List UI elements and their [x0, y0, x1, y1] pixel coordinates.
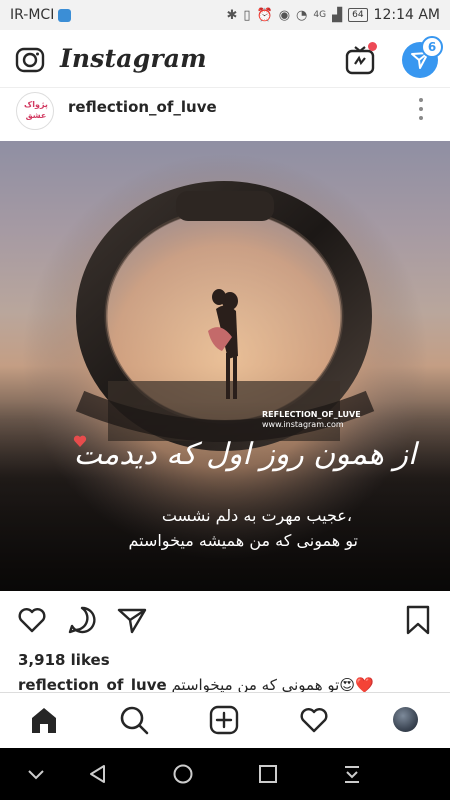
bottom-navigation: [0, 692, 450, 748]
dm-count-badge: 6: [421, 36, 443, 58]
activity-heart-icon[interactable]: [298, 704, 330, 736]
igtv-notification-dot: [368, 42, 377, 51]
image-watermark: REFLECTION_OF_LUVE www.instagram.com: [262, 410, 361, 430]
battery-icon: 64: [348, 8, 368, 22]
wifi-icon: ◔: [296, 7, 308, 23]
comment-icon[interactable]: [66, 604, 98, 636]
status-bar: IR-MCI ✱ ▯ ⏰ ◉ ◔ 4G ▟ 64 12:14 AM: [0, 0, 450, 30]
instagram-logo: Instagram: [60, 44, 207, 73]
chevron-down-icon[interactable]: [24, 762, 48, 786]
post-image[interactable]: REFLECTION_OF_LUVE www.instagram.com از …: [0, 141, 450, 591]
home-circle-icon[interactable]: [171, 762, 195, 786]
search-icon[interactable]: [118, 704, 150, 736]
clock: 12:14 AM: [373, 7, 440, 23]
carrier-label: IR-MCI: [10, 7, 55, 23]
vibrate-icon: ▯: [243, 7, 251, 23]
network-type: 4G: [313, 10, 327, 20]
new-post-icon[interactable]: [208, 704, 240, 736]
post-username[interactable]: reflection_of_luve: [68, 98, 217, 116]
top-app-bar: Instagram 6: [0, 30, 450, 88]
system-navigation-bar: [0, 748, 450, 800]
post-caption: reflection_of_luve تو همونی که من میخواس…: [18, 676, 448, 692]
camera-icon[interactable]: [14, 44, 46, 76]
signal-icon: ▟: [332, 7, 343, 23]
more-options-icon[interactable]: [414, 98, 428, 120]
quote-title: از همون روز اول که دیدمت: [73, 437, 417, 472]
alarm-icon: ⏰: [256, 7, 273, 23]
likes-count[interactable]: 3,918 likes: [18, 651, 110, 669]
bluetooth-icon: ✱: [226, 7, 238, 23]
notification-pull-icon[interactable]: [340, 762, 364, 786]
vpn-shield-icon: [58, 8, 72, 22]
back-icon[interactable]: [86, 762, 110, 786]
caption-username[interactable]: reflection_of_luve: [18, 676, 167, 692]
quote-line-1: عجیب مهرت به دلم نشست،: [161, 506, 352, 525]
eye-icon: ◉: [278, 7, 291, 23]
caption-text: تو همونی که من میخواستم😍❤️: [171, 676, 374, 692]
share-icon[interactable]: [116, 604, 148, 636]
profile-avatar[interactable]: [393, 707, 418, 732]
avatar-logo-text: پژواک عشق: [24, 100, 48, 120]
watermark-handle: REFLECTION_OF_LUVE: [262, 410, 361, 419]
home-icon[interactable]: [28, 704, 60, 736]
post-avatar[interactable]: پژواک عشق: [16, 92, 54, 130]
heart-icon[interactable]: [16, 604, 48, 636]
recents-icon[interactable]: [256, 762, 280, 786]
post-action-bar: [0, 592, 450, 644]
post-header: پژواک عشق reflection_of_luve: [0, 88, 450, 140]
watermark-site: www.instagram.com: [262, 420, 344, 429]
quote-line-2: تو همونی که من همیشه میخواستم: [128, 531, 358, 550]
bookmark-icon[interactable]: [402, 604, 434, 636]
